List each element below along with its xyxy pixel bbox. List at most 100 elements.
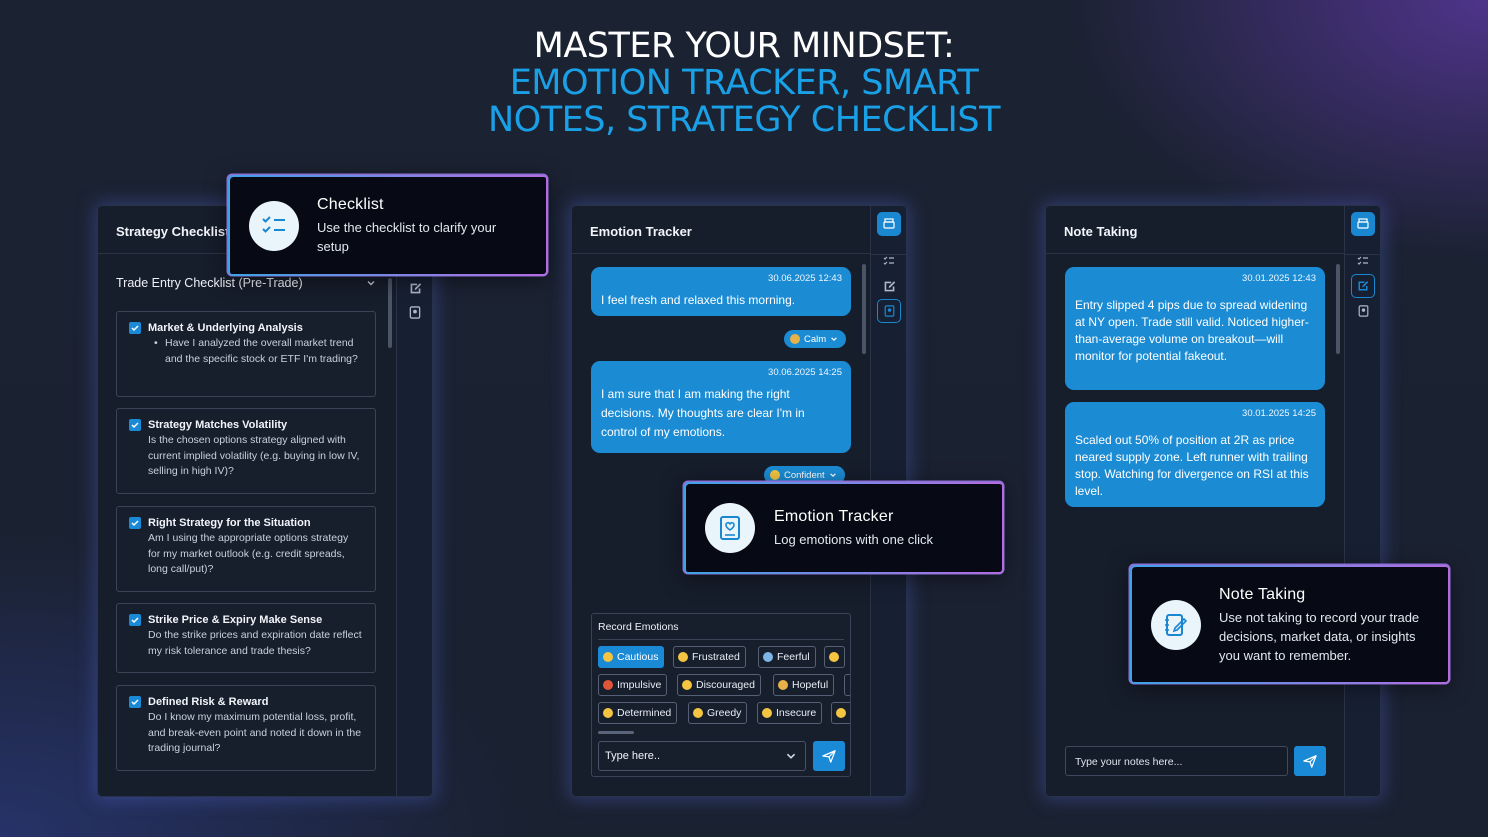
chip-label: Greedy bbox=[707, 707, 742, 719]
chip-label: Impulsive bbox=[617, 679, 662, 691]
headline-line-1: MASTER YOUR MINDSET: bbox=[533, 26, 955, 66]
emotion-chip-hopeful[interactable]: Hopeful bbox=[773, 674, 835, 696]
emotion-chip-determined[interactable]: Determined bbox=[598, 702, 678, 724]
chip-label: Discouraged bbox=[696, 679, 755, 691]
checklist-item[interactable]: Strategy Matches Volatility Is the chose… bbox=[116, 408, 376, 494]
chip-label: Determined bbox=[617, 707, 672, 719]
edit-note-icon[interactable] bbox=[403, 276, 427, 300]
horizontal-scrollbar[interactable] bbox=[598, 731, 634, 734]
emotion-icon[interactable] bbox=[877, 299, 901, 323]
emotion-chip-more[interactable] bbox=[844, 674, 850, 696]
tooltip-title: Note Taking bbox=[1219, 586, 1306, 603]
tooltip-description: Use not taking to record your trade deci… bbox=[1219, 610, 1420, 663]
emotion-chip-greedy[interactable]: Greedy bbox=[688, 702, 748, 724]
side-rail bbox=[396, 206, 432, 796]
checklist-tooltip: Checklist Use the checklist to clarify y… bbox=[228, 175, 547, 275]
emoji-icon bbox=[763, 652, 773, 662]
message-text: I feel fresh and relaxed this morning. bbox=[601, 293, 796, 307]
checklist-section[interactable]: Trade Entry Checklist (Pre-Trade) bbox=[116, 276, 376, 290]
emoji-icon bbox=[603, 652, 613, 662]
record-emotions-box: Record Emotions Cautious Frustrated Feer… bbox=[591, 613, 851, 777]
checklist-icon[interactable] bbox=[1351, 249, 1375, 273]
timestamp: 30.06.2025 14:25 bbox=[768, 367, 842, 378]
tooltip-description: Log emotions with one click bbox=[774, 532, 933, 547]
checklist-icon[interactable] bbox=[877, 249, 901, 273]
checkbox-checked[interactable] bbox=[129, 614, 141, 626]
scrollbar[interactable] bbox=[388, 278, 392, 348]
send-button[interactable] bbox=[1294, 746, 1326, 776]
panel-title: Emotion Tracker bbox=[572, 206, 870, 254]
emoji-icon bbox=[603, 680, 613, 690]
checkbox-checked[interactable] bbox=[129, 322, 141, 334]
calm-emoji-icon bbox=[790, 334, 800, 344]
emoji-icon bbox=[836, 708, 846, 718]
emoji-icon bbox=[762, 708, 772, 718]
emoji-icon bbox=[778, 680, 788, 690]
send-icon bbox=[1303, 755, 1317, 768]
emotion-chip-feerful[interactable]: Feerful bbox=[758, 646, 816, 668]
panel-title: Note Taking bbox=[1046, 206, 1344, 254]
chip-label: Frustrated bbox=[692, 651, 740, 663]
emoji-icon bbox=[693, 708, 703, 718]
checkbox-checked[interactable] bbox=[129, 696, 141, 708]
emotion-icon[interactable] bbox=[1351, 299, 1375, 323]
checklist-item[interactable]: Market & Underlying Analysis Have I anal… bbox=[116, 311, 376, 397]
chip-label: Insecure bbox=[776, 707, 817, 719]
checkbox-checked[interactable] bbox=[129, 517, 141, 529]
edit-note-icon[interactable] bbox=[877, 274, 901, 298]
notebook-pen-icon bbox=[1151, 600, 1201, 650]
scrollbar[interactable] bbox=[862, 264, 866, 354]
emotion-chip-frustrated[interactable]: Frustrated bbox=[673, 646, 746, 668]
timestamp: 30.06.2025 12:43 bbox=[768, 273, 842, 284]
emotion-chip-cautious[interactable]: Cautious bbox=[598, 646, 665, 668]
note-bubble: 30.01.2025 14:25 Scaled out 50% of posit… bbox=[1065, 402, 1325, 507]
emotion-chip-discouraged[interactable]: Discouraged bbox=[677, 674, 761, 696]
item-body: Do I know my maximum potential loss, pro… bbox=[148, 711, 362, 754]
headline: MASTER YOUR MINDSET: EMOTION TRACKER, SM… bbox=[0, 28, 1488, 139]
side-rail bbox=[1344, 206, 1380, 796]
checkbox-checked[interactable] bbox=[129, 419, 141, 431]
emoji-icon bbox=[829, 652, 839, 662]
confident-emoji-icon bbox=[770, 470, 780, 480]
emotion-chip-more[interactable] bbox=[824, 646, 845, 668]
emotion-chip-impulsive[interactable]: Impulsive bbox=[598, 674, 668, 696]
emotion-tag[interactable]: Calm bbox=[784, 330, 847, 348]
emotion-icon[interactable] bbox=[403, 300, 427, 324]
checklist-icon bbox=[249, 201, 299, 251]
checklist-item[interactable]: Strike Price & Expiry Make Sense Do the … bbox=[116, 603, 376, 673]
note-taking-panel: Note Taking 30.01.2025 12:43 Entry slipp… bbox=[1046, 206, 1380, 796]
headline-line-2: EMOTION TRACKER, SMART bbox=[509, 63, 979, 103]
send-button[interactable] bbox=[813, 741, 845, 771]
chip-label: Hopeful bbox=[792, 679, 829, 691]
checklist-item[interactable]: Defined Risk & Reward Do I know my maxim… bbox=[116, 685, 376, 771]
headline-line-3: NOTES, STRATEGY CHECKLIST bbox=[488, 100, 1000, 140]
checklist-item[interactable]: Right Strategy for the Situation Am I us… bbox=[116, 506, 376, 592]
emotion-chip-insecure[interactable]: Insecure bbox=[757, 702, 823, 724]
chevron-down-icon bbox=[786, 753, 796, 759]
print-icon[interactable] bbox=[1351, 212, 1375, 236]
emotion-chip-more[interactable] bbox=[831, 702, 850, 724]
tag-label: Confident bbox=[784, 469, 825, 481]
scrollbar[interactable] bbox=[1336, 264, 1340, 354]
emotion-input[interactable]: Type here.. bbox=[598, 741, 806, 771]
message-text: I am sure that I am making the right dec… bbox=[601, 387, 805, 439]
print-icon[interactable] bbox=[877, 212, 901, 236]
item-title: Strategy Matches Volatility bbox=[148, 419, 288, 431]
note-bubble: 30.01.2025 12:43 Entry slipped 4 pips du… bbox=[1065, 267, 1325, 390]
item-body: Am I using the appropriate options strat… bbox=[148, 532, 349, 575]
timestamp: 30.01.2025 12:43 bbox=[1242, 273, 1316, 284]
chevron-down-icon bbox=[829, 473, 836, 478]
note-text: Scaled out 50% of position at 2R as pric… bbox=[1075, 433, 1309, 498]
item-body: Have I analyzed the overall market trend… bbox=[148, 336, 363, 367]
notes-input[interactable]: Type your notes here... bbox=[1065, 746, 1288, 776]
item-title: Market & Underlying Analysis bbox=[148, 322, 303, 334]
item-title: Defined Risk & Reward bbox=[148, 696, 269, 708]
edit-note-icon[interactable] bbox=[1351, 274, 1375, 298]
tag-label: Calm bbox=[804, 333, 827, 345]
section-label: Trade Entry Checklist (Pre-Trade) bbox=[116, 276, 303, 290]
chat-bubble: 30.06.2025 14:25 I am sure that I am mak… bbox=[591, 361, 851, 453]
item-title: Right Strategy for the Situation bbox=[148, 517, 311, 529]
emotion-book-icon bbox=[705, 503, 755, 553]
item-body: Is the chosen options strategy aligned w… bbox=[148, 434, 360, 477]
note-taking-tooltip: Note Taking Use not taking to record you… bbox=[1130, 565, 1449, 683]
